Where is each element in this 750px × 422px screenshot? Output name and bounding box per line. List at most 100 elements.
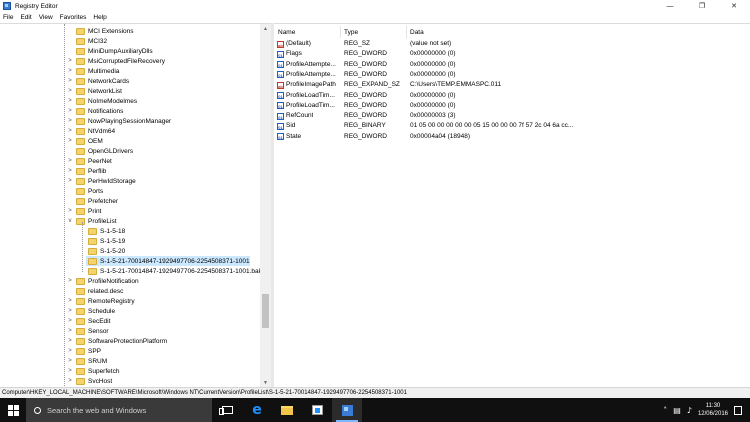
menu-edit[interactable]: Edit [20, 14, 31, 21]
tree-item[interactable]: MiniDumpAuxiliaryDlls [66, 46, 153, 56]
scroll-up-icon[interactable]: ▲ [260, 24, 271, 34]
network-icon[interactable]: ▤ [673, 406, 681, 415]
tree-item[interactable]: > Print [66, 206, 101, 216]
expand-chevron-icon[interactable]: > [66, 68, 74, 74]
file-explorer-button[interactable] [272, 398, 302, 422]
expand-chevron-icon[interactable]: > [66, 318, 74, 324]
scroll-down-icon[interactable]: ▼ [260, 378, 271, 387]
start-button[interactable] [0, 398, 26, 422]
menu-help[interactable]: Help [93, 14, 106, 21]
expand-chevron-icon[interactable]: > [66, 328, 74, 334]
tree-item[interactable]: > NetworkCards [66, 76, 129, 86]
value-row[interactable]: 01 Flags REG_DWORD 0x00000000 (0) [274, 49, 750, 59]
tree-item[interactable]: > SPP [66, 346, 101, 356]
expand-chevron-icon[interactable]: > [66, 118, 74, 124]
tree-item[interactable]: > Schedule [66, 306, 115, 316]
taskbar-search-box[interactable]: Search the web and Windows [26, 398, 212, 422]
tree-item[interactable]: MCI32 [66, 36, 107, 46]
tree-item-label: Sensor [88, 327, 109, 335]
tree-item[interactable]: related.desc [66, 286, 123, 296]
tree-item[interactable]: > SRUM [66, 356, 107, 366]
menu-view[interactable]: View [39, 14, 53, 21]
edge-button[interactable]: e [242, 398, 272, 422]
value-row[interactable]: ab ProfileImagePath REG_EXPAND_SZ C:\Users\… [274, 80, 750, 90]
close-button[interactable]: ✕ [718, 0, 750, 12]
value-row[interactable]: 01 ProfileAttempte... REG_DWORD 0x00000000 … [274, 70, 750, 80]
tree-item[interactable]: > PeerNet [66, 156, 112, 166]
column-header-name[interactable]: Name [274, 29, 295, 36]
tree-item[interactable]: > Sensor [66, 326, 109, 336]
expand-chevron-icon[interactable]: > [66, 58, 74, 64]
expand-chevron-icon[interactable]: > [66, 358, 74, 364]
tree-item[interactable]: MCI Extensions [66, 26, 134, 36]
tree-item[interactable]: v ProfileList [66, 216, 117, 226]
expand-chevron-icon[interactable]: > [66, 88, 74, 94]
expand-chevron-icon[interactable]: > [66, 308, 74, 314]
tree-item[interactable]: OpenGLDrivers [66, 146, 133, 156]
tree-item-selected[interactable]: S-1-5-21-70014847-1929497706-2254508371-… [86, 256, 250, 266]
tree-vertical-scrollbar[interactable]: ▲ ▼ [260, 24, 271, 387]
value-row[interactable]: 01 ProfileLoadTim... REG_DWORD 0x00000000 (… [274, 91, 750, 101]
value-row[interactable]: 01 State REG_DWORD 0x00004a04 (18948) [274, 132, 750, 142]
tree-item[interactable]: > Multimedia [66, 66, 119, 76]
show-hidden-icons-icon[interactable]: ˄ [663, 406, 667, 415]
tree-item[interactable]: > Superfetch [66, 366, 119, 376]
expand-chevron-icon[interactable]: > [66, 278, 74, 284]
expand-chevron-icon[interactable]: > [66, 338, 74, 344]
collapse-chevron-icon[interactable]: v [66, 218, 74, 224]
column-header-type[interactable]: Type [340, 29, 358, 36]
volume-icon[interactable]: ♪ [687, 406, 692, 415]
expand-chevron-icon[interactable]: > [66, 178, 74, 184]
key-tree-pane[interactable]: MCI Extensions MCI32 MiniDumpAuxiliaryDlls… [0, 23, 271, 387]
tree-item[interactable]: > Perflib [66, 166, 106, 176]
value-row[interactable]: 01 ProfileAttempte... REG_DWORD 0x00000000 … [274, 60, 750, 70]
menu-favorites[interactable]: Favorites [60, 14, 87, 21]
tree-item[interactable]: > ProfileNotification [66, 276, 139, 286]
expand-chevron-icon[interactable]: > [66, 368, 74, 374]
tree-item[interactable]: > MsiCorruptedFileRecovery [66, 56, 165, 66]
tree-item[interactable]: > Notifications [66, 106, 123, 116]
tree-item[interactable]: > PerHwIdStorage [66, 176, 136, 186]
tree-item[interactable]: > NtVdm64 [66, 126, 115, 136]
expand-chevron-icon[interactable]: > [66, 298, 74, 304]
tree-item[interactable]: > SoftwareProtectionPlatform [66, 336, 167, 346]
value-row[interactable]: 01 Sid REG_BINARY 01 05 00 00 00 00 00 05 1… [274, 121, 750, 131]
expand-chevron-icon[interactable]: > [66, 348, 74, 354]
expand-chevron-icon[interactable]: > [66, 208, 74, 214]
expand-chevron-icon[interactable]: > [66, 168, 74, 174]
task-view-button[interactable] [212, 398, 242, 422]
expand-chevron-icon[interactable]: > [66, 158, 74, 164]
tree-item[interactable]: S-1-5-20 [86, 246, 125, 256]
column-header-data[interactable]: Data [406, 29, 424, 36]
action-center-icon[interactable] [734, 405, 742, 415]
tree-item[interactable]: > OEM [66, 136, 103, 146]
tree-item[interactable]: > NowPlayingSessionManager [66, 116, 171, 126]
value-row[interactable]: 01 ProfileLoadTim... REG_DWORD 0x00000000 (… [274, 101, 750, 111]
tree-item[interactable]: S-1-5-19 [86, 236, 125, 246]
value-row[interactable]: ab (Default) REG_SZ (value not set) [274, 39, 750, 49]
tree-item[interactable]: Ports [66, 186, 103, 196]
expand-chevron-icon[interactable]: > [66, 128, 74, 134]
expand-chevron-icon[interactable]: > [66, 78, 74, 84]
registry-editor-taskbar-button[interactable] [332, 398, 362, 422]
values-list-pane[interactable]: Name Type Data ab (Default) REG_SZ (value n… [274, 23, 750, 387]
expand-chevron-icon[interactable]: > [66, 98, 74, 104]
expand-chevron-icon[interactable]: > [66, 108, 74, 114]
tree-item[interactable]: > NetworkList [66, 86, 122, 96]
menu-file[interactable]: File [3, 14, 13, 21]
expand-chevron-icon[interactable]: > [66, 378, 74, 384]
value-row[interactable]: 01 RefCount REG_DWORD 0x00000003 (3) [274, 111, 750, 121]
tree-item[interactable]: Prefetcher [66, 196, 118, 206]
tree-item[interactable]: > RemoteRegistry [66, 296, 135, 306]
tree-item[interactable]: > SvcHost [66, 376, 112, 386]
maximize-button[interactable]: ❐ [686, 0, 718, 12]
tree-item[interactable]: > NoImeModelmes [66, 96, 137, 106]
expand-chevron-icon[interactable]: > [66, 138, 74, 144]
tree-item[interactable]: S-1-5-18 [86, 226, 125, 236]
tree-item[interactable]: S-1-5-21-70014847-1929497706-2254508371-… [86, 266, 262, 276]
minimize-button[interactable]: — [654, 0, 686, 12]
store-button[interactable] [302, 398, 332, 422]
tree-item[interactable]: > SecEdit [66, 316, 110, 326]
scroll-thumb[interactable] [262, 294, 269, 328]
clock[interactable]: 11:30 12/06/2016 [698, 402, 728, 418]
